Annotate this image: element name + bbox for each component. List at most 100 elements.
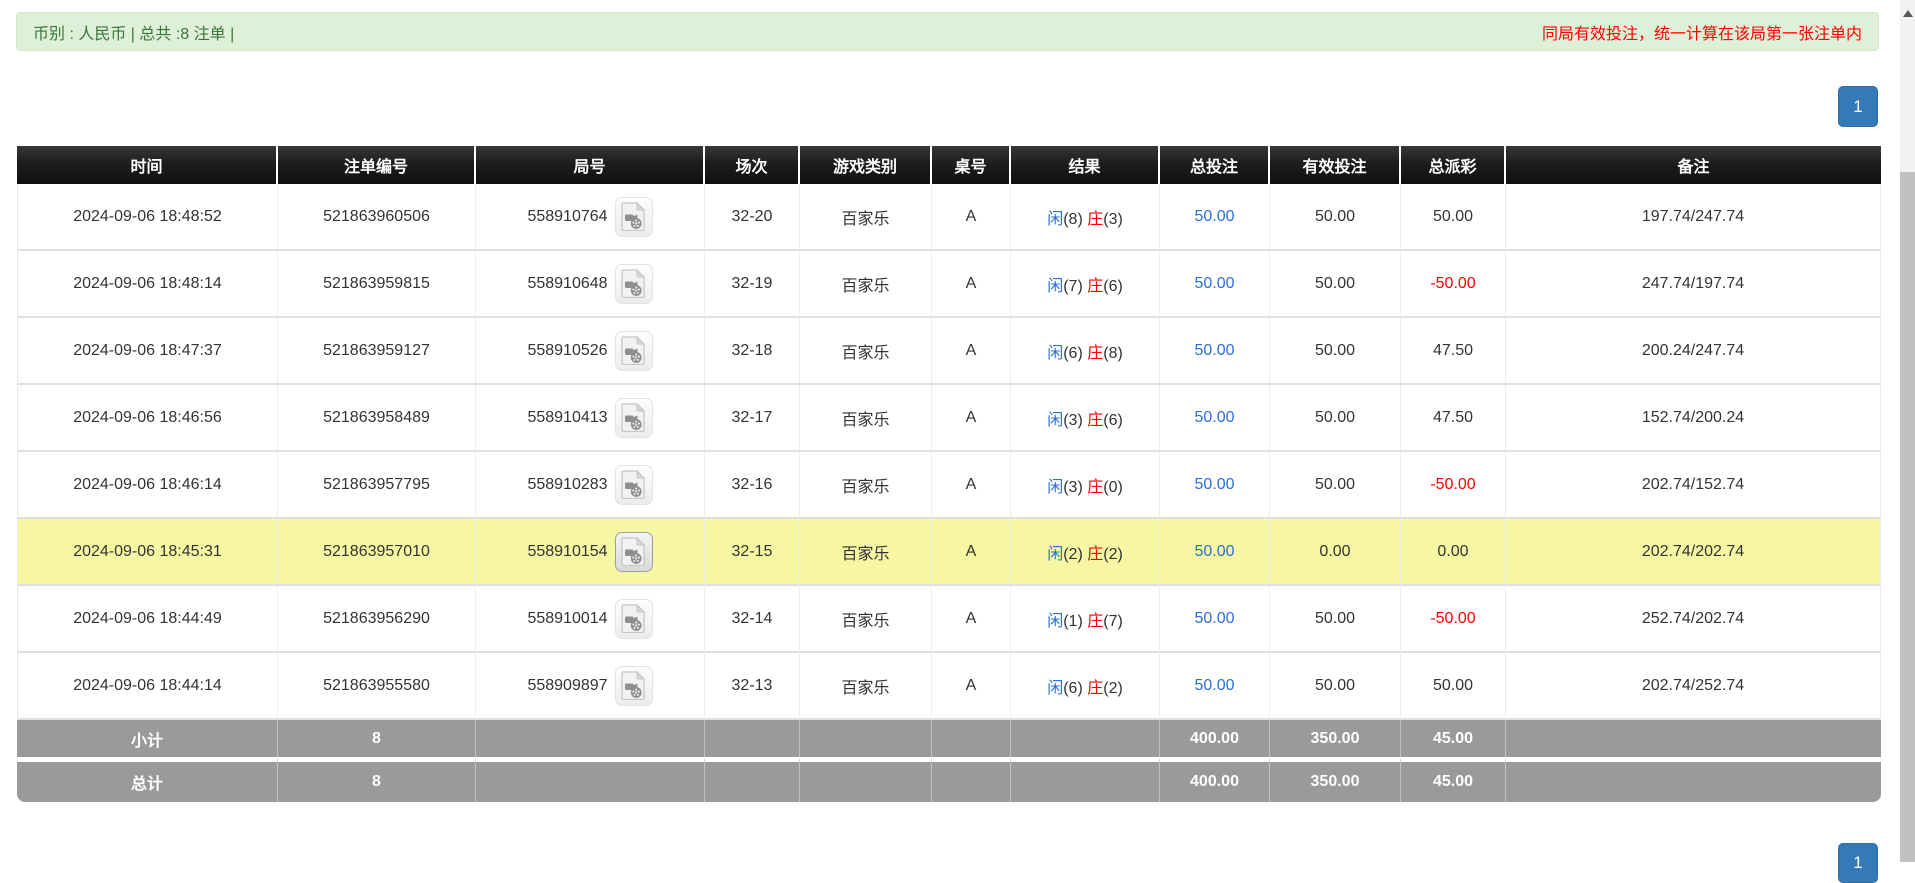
total-bet-link[interactable]: 50.00 [1194, 275, 1234, 292]
total-bet-cell: 50.00 [1160, 519, 1270, 586]
session-cell: 32-18 [705, 318, 800, 385]
subtotal-label: 小计 [17, 720, 278, 757]
game-type-cell: 百家乐 [800, 452, 932, 519]
column-header-total-bet: 总投注 [1160, 146, 1270, 184]
result-banker-label: 庄 [1087, 679, 1104, 697]
game-type-cell: 百家乐 [800, 653, 932, 720]
result-player-label: 闲 [1047, 277, 1064, 295]
payout-cell: -50.00 [1401, 586, 1506, 653]
result-player-points: (6) [1063, 679, 1088, 697]
scrollbar-thumb[interactable] [1900, 172, 1915, 862]
round-cell: 558910526 [476, 318, 705, 385]
round-number: 558910648 [527, 274, 608, 292]
valid-bet-cell: 50.00 [1270, 251, 1401, 318]
total-bet-link[interactable]: 50.00 [1194, 610, 1234, 627]
result-banker-points: (3) [1103, 210, 1123, 228]
bet-id-cell: 521863959127 [278, 318, 476, 385]
round-cell: 558910413 [476, 385, 705, 452]
page-scrollbar[interactable] [1900, 0, 1915, 862]
result-banker-label: 庄 [1087, 545, 1104, 563]
round-cell: 558909897 [476, 653, 705, 720]
scrollbar-up-button[interactable] [1900, 0, 1915, 26]
column-header-bet-id: 注单编号 [278, 146, 476, 184]
video-replay-button[interactable] [614, 531, 653, 572]
valid-bet-cell: 0.00 [1270, 519, 1401, 586]
currency-summary-text: 币别 : 人民币 | 总共 :8 注单 | [33, 25, 235, 43]
total-bet-cell: 50.00 [1160, 385, 1270, 452]
column-header-time: 时间 [17, 146, 278, 184]
grand-total-total-bet: 400.00 [1160, 757, 1270, 802]
round-cell: 558910154 [476, 519, 705, 586]
pagination-page-1-top[interactable]: 1 [1838, 86, 1878, 127]
column-header-table-no: 桌号 [932, 146, 1011, 184]
result-player-label: 闲 [1047, 612, 1064, 630]
bet-id-cell: 521863957795 [278, 452, 476, 519]
total-bet-cell: 50.00 [1160, 452, 1270, 519]
column-header-round: 局号 [476, 146, 705, 184]
grand-total-valid-bet: 350.00 [1270, 757, 1401, 802]
game-type-cell: 百家乐 [800, 251, 932, 318]
subtotal-row: 小计 8 400.00 350.00 45.00 [17, 720, 1881, 757]
result-player-points: (1) [1063, 612, 1088, 630]
remark-cell: 197.74/247.74 [1506, 184, 1881, 251]
video-file-icon [621, 604, 646, 633]
table-no-cell: A [932, 452, 1011, 519]
subtotal-payout: 45.00 [1401, 720, 1506, 757]
result-player-label: 闲 [1047, 545, 1064, 563]
session-cell: 32-20 [705, 184, 800, 251]
time-cell: 2024-09-06 18:48:52 [17, 184, 278, 251]
total-bet-link[interactable]: 50.00 [1194, 543, 1234, 560]
table-header-row: 时间 注单编号 局号 场次 游戏类别 桌号 结果 总投注 有效投注 总派彩 备注 [17, 146, 1881, 184]
payout-cell: 50.00 [1401, 653, 1506, 720]
video-replay-button[interactable] [614, 598, 653, 639]
table-no-cell: A [932, 653, 1011, 720]
table-row: 2024-09-06 18:48:14 521863959815 5589106… [17, 251, 1881, 318]
pagination-page-1-bottom[interactable]: 1 [1838, 843, 1878, 883]
total-bet-link[interactable]: 50.00 [1194, 208, 1234, 225]
remark-cell: 202.74/252.74 [1506, 653, 1881, 720]
grand-total-payout: 45.00 [1401, 757, 1506, 802]
result-player-points: (3) [1063, 411, 1088, 429]
valid-bet-cell: 50.00 [1270, 452, 1401, 519]
time-cell: 2024-09-06 18:46:56 [17, 385, 278, 452]
result-player-points: (8) [1063, 210, 1088, 228]
result-banker-label: 庄 [1087, 478, 1104, 496]
table-row: 2024-09-06 18:46:56 521863958489 5589104… [17, 385, 1881, 452]
bet-id-cell: 521863960506 [278, 184, 476, 251]
video-file-icon [621, 202, 646, 231]
round-number: 558910014 [527, 609, 608, 627]
subtotal-valid-bet: 350.00 [1270, 720, 1401, 757]
video-file-icon [621, 336, 646, 365]
total-bet-link[interactable]: 50.00 [1194, 342, 1234, 359]
video-replay-button[interactable] [614, 397, 653, 438]
column-header-payout: 总派彩 [1401, 146, 1506, 184]
remark-cell: 252.74/202.74 [1506, 586, 1881, 653]
result-player-points: (3) [1063, 478, 1088, 496]
result-banker-label: 庄 [1087, 210, 1104, 228]
total-bet-cell: 50.00 [1160, 653, 1270, 720]
total-bet-link[interactable]: 50.00 [1194, 409, 1234, 426]
video-replay-button[interactable] [614, 464, 653, 505]
video-file-icon [621, 403, 646, 432]
total-bet-link[interactable]: 50.00 [1194, 677, 1234, 694]
grand-total-row: 总计 8 400.00 350.00 45.00 [17, 757, 1881, 802]
result-cell: 闲(1) 庄(7) [1011, 586, 1160, 653]
up-arrow-icon [1902, 9, 1913, 17]
settlement-notice-text: 同局有效投注，统一计算在该局第一张注单内 [1541, 25, 1862, 43]
grand-total-label: 总计 [17, 757, 278, 802]
video-replay-button[interactable] [614, 263, 653, 304]
top-status-bar: 币别 : 人民币 | 总共 :8 注单 | 同局有效投注，统一计算在该局第一张注… [16, 12, 1879, 51]
round-cell: 558910764 [476, 184, 705, 251]
session-cell: 32-13 [705, 653, 800, 720]
total-bet-link[interactable]: 50.00 [1194, 476, 1234, 493]
video-replay-button[interactable] [614, 196, 653, 237]
bet-id-cell: 521863955580 [278, 653, 476, 720]
result-player-label: 闲 [1047, 344, 1064, 362]
video-replay-button[interactable] [614, 665, 653, 706]
video-replay-button[interactable] [614, 330, 653, 371]
round-number: 558910764 [527, 207, 608, 225]
time-cell: 2024-09-06 18:44:49 [17, 586, 278, 653]
video-file-icon [621, 671, 646, 700]
session-cell: 32-19 [705, 251, 800, 318]
table-no-cell: A [932, 251, 1011, 318]
